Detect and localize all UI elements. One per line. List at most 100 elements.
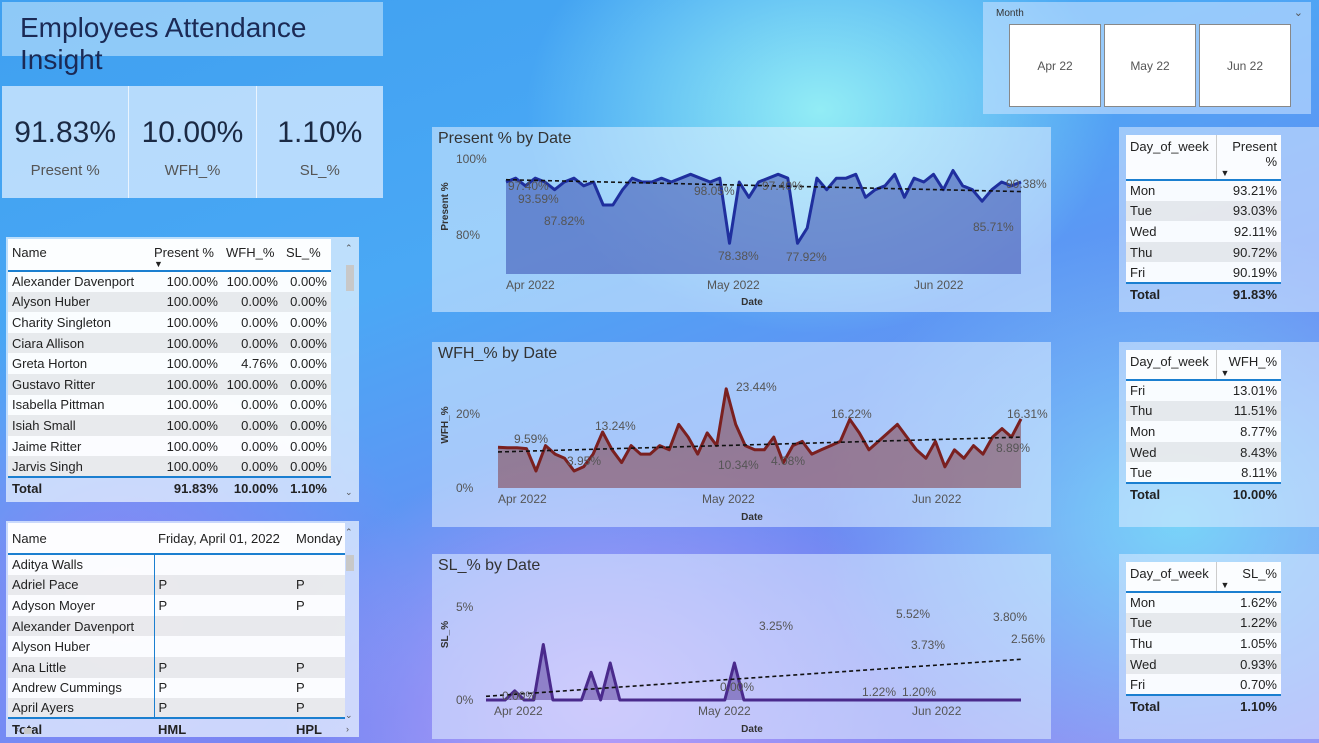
- table-row[interactable]: Mon 8.77%: [1126, 421, 1281, 442]
- matrix-header-date-1[interactable]: Friday, April 01, 2022: [154, 523, 292, 555]
- table-cell: 100.00%: [150, 332, 222, 354]
- dow-col-header[interactable]: Day_of_week: [1126, 135, 1217, 181]
- table-cell: P: [154, 656, 292, 678]
- table-cell: Charity Singleton: [8, 312, 150, 333]
- scroll-right-icon[interactable]: ›: [346, 724, 349, 734]
- data-label: 4.08%: [771, 454, 805, 468]
- dow-col-header[interactable]: SL_% ▼: [1216, 562, 1281, 593]
- table-row[interactable]: Mon 93.21%: [1126, 180, 1281, 201]
- data-label: 16.22%: [831, 407, 872, 421]
- scroll-up-icon[interactable]: ⌃: [345, 243, 353, 254]
- table-row[interactable]: Adyson Moyer P P: [8, 595, 345, 616]
- col-header-present[interactable]: Present % ▼: [150, 239, 222, 272]
- matrix-header-date-2[interactable]: Monday: [292, 523, 345, 555]
- scroll-left-icon[interactable]: ‹: [16, 724, 19, 734]
- table-row[interactable]: Alyson Huber: [8, 636, 345, 657]
- table-row[interactable]: Charity Singleton 100.00% 0.00% 0.00%: [8, 312, 331, 333]
- table-cell: Isabella Pittman: [8, 394, 150, 416]
- table-cell: Thu: [1126, 633, 1216, 654]
- col-header-sl[interactable]: SL_%: [282, 239, 331, 272]
- month-tile-may[interactable]: May 22: [1104, 24, 1196, 107]
- table-row[interactable]: Tue 93.03%: [1126, 200, 1281, 222]
- y-tick-label: 5%: [456, 600, 474, 614]
- table-row[interactable]: Ana Little P P: [8, 656, 345, 678]
- dow-col-header[interactable]: WFH_% ▼: [1216, 350, 1281, 381]
- data-label: 10.34%: [718, 458, 759, 472]
- data-label: 1.22%: [862, 685, 896, 699]
- table-row[interactable]: April Ayers P P: [8, 698, 345, 719]
- table-cell: Jarvis Singh: [8, 456, 150, 477]
- scroll-thumb[interactable]: [346, 555, 354, 571]
- table-row[interactable]: Gustavo Ritter 100.00% 100.00% 0.00%: [8, 373, 331, 395]
- dow-col-header[interactable]: Day_of_week: [1126, 350, 1217, 381]
- dow-sl-panel: Day_of_week SL_% ▼ Mon 1.62% Tue 1.22% Thu 1.05%…: [1119, 554, 1319, 739]
- table-row[interactable]: Greta Horton 100.00% 4.76% 0.00%: [8, 353, 331, 374]
- scroll-down-icon[interactable]: ⌄: [345, 710, 353, 721]
- table-row[interactable]: Tue 1.22%: [1126, 612, 1281, 634]
- table-row[interactable]: Alyson Huber 100.00% 0.00% 0.00%: [8, 291, 331, 313]
- table-cell: 0.00%: [282, 312, 331, 333]
- matrix-header-name[interactable]: Name: [8, 523, 154, 555]
- data-label: 0.00%: [502, 689, 536, 703]
- total-cell: 91.83%: [1216, 281, 1281, 304]
- table-cell: [292, 615, 345, 637]
- table-row[interactable]: Mon 1.62%: [1126, 592, 1281, 613]
- scroll-up-icon[interactable]: ⌃: [345, 527, 353, 538]
- table-row[interactable]: Isabella Pittman 100.00% 0.00% 0.00%: [8, 394, 331, 416]
- table-cell: Mon: [1126, 180, 1216, 201]
- table-cell: 1.62%: [1216, 592, 1281, 613]
- matrix-vertical-scrollbar[interactable]: ⌃ ⌄: [345, 525, 355, 721]
- scroll-thumb[interactable]: [346, 265, 354, 291]
- dow-col-header[interactable]: Present % ▼: [1216, 135, 1281, 181]
- table-cell: 100.00%: [150, 271, 222, 292]
- table-cell: Wed: [1126, 221, 1216, 242]
- x-tick-label: May 2022: [702, 492, 755, 506]
- data-label: 8.89%: [996, 441, 1030, 455]
- vertical-scrollbar[interactable]: ⌃ ⌄: [345, 241, 355, 498]
- scroll-thumb[interactable]: [24, 728, 32, 734]
- table-row[interactable]: Alexander Davenport: [8, 615, 345, 637]
- kpi-sl: 1.10% SL_%: [257, 86, 383, 198]
- scroll-down-icon[interactable]: ⌄: [345, 487, 353, 498]
- chevron-down-icon[interactable]: ⌄: [1294, 6, 1303, 19]
- present-chart-svg: 100% 80% Apr 2022 May 2022 Jun 2022 Date Prese…: [440, 152, 1047, 308]
- table-row[interactable]: Alexander Davenport 100.00% 100.00% 0.00%: [8, 271, 331, 292]
- table-row[interactable]: Adriel Pace P P: [8, 574, 345, 596]
- table-row[interactable]: Tue 8.11%: [1126, 462, 1281, 483]
- table-row[interactable]: Ciara Allison 100.00% 0.00% 0.00%: [8, 332, 331, 354]
- table-row[interactable]: Wed 0.93%: [1126, 653, 1281, 675]
- kpi-present: 91.83% Present %: [2, 86, 130, 198]
- dow-present-panel: Day_of_week Present % ▼ Mon 93.21% Tue 93.03% W…: [1119, 127, 1319, 312]
- table-row[interactable]: Jarvis Singh 100.00% 0.00% 0.00%: [8, 456, 331, 477]
- table-row[interactable]: Fri 13.01%: [1126, 380, 1281, 401]
- kpi-present-value: 91.83%: [14, 116, 117, 149]
- table-row[interactable]: Wed 92.11%: [1126, 221, 1281, 242]
- table-cell: [292, 554, 345, 575]
- table-row[interactable]: Isiah Small 100.00% 0.00% 0.00%: [8, 415, 331, 436]
- data-label: 97.40%: [762, 179, 803, 193]
- month-tile-apr[interactable]: Apr 22: [1009, 24, 1101, 107]
- table-row[interactable]: Aditya Walls: [8, 554, 345, 575]
- table-cell: 0.00%: [282, 456, 331, 477]
- dow-col-header[interactable]: Day_of_week: [1126, 562, 1217, 593]
- table-row[interactable]: Fri 0.70%: [1126, 674, 1281, 695]
- table-row[interactable]: Andrew Cummings P P: [8, 677, 345, 699]
- data-label: 3.73%: [911, 638, 945, 652]
- data-label: 9.59%: [514, 432, 548, 446]
- table-cell: Greta Horton: [8, 353, 150, 374]
- table-row[interactable]: Wed 8.43%: [1126, 441, 1281, 463]
- table-cell: 4.76%: [222, 353, 282, 374]
- x-tick-label: Jun 2022: [914, 278, 964, 292]
- col-header-name[interactable]: Name: [8, 239, 150, 272]
- table-cell: Ana Little: [8, 656, 155, 678]
- matrix-horizontal-scrollbar[interactable]: ‹ ›: [16, 724, 349, 735]
- col-header-wfh[interactable]: WFH_%: [222, 239, 282, 272]
- data-label: 3.95%: [567, 454, 601, 468]
- table-row[interactable]: Fri 90.19%: [1126, 262, 1281, 283]
- table-row[interactable]: Thu 90.72%: [1126, 241, 1281, 263]
- month-tile-jun[interactable]: Jun 22: [1199, 24, 1291, 107]
- table-row[interactable]: Thu 1.05%: [1126, 633, 1281, 654]
- table-row[interactable]: Thu 11.51%: [1126, 400, 1281, 422]
- table-cell: Tue: [1126, 612, 1216, 634]
- table-row[interactable]: Jaime Ritter 100.00% 0.00% 0.00%: [8, 435, 331, 457]
